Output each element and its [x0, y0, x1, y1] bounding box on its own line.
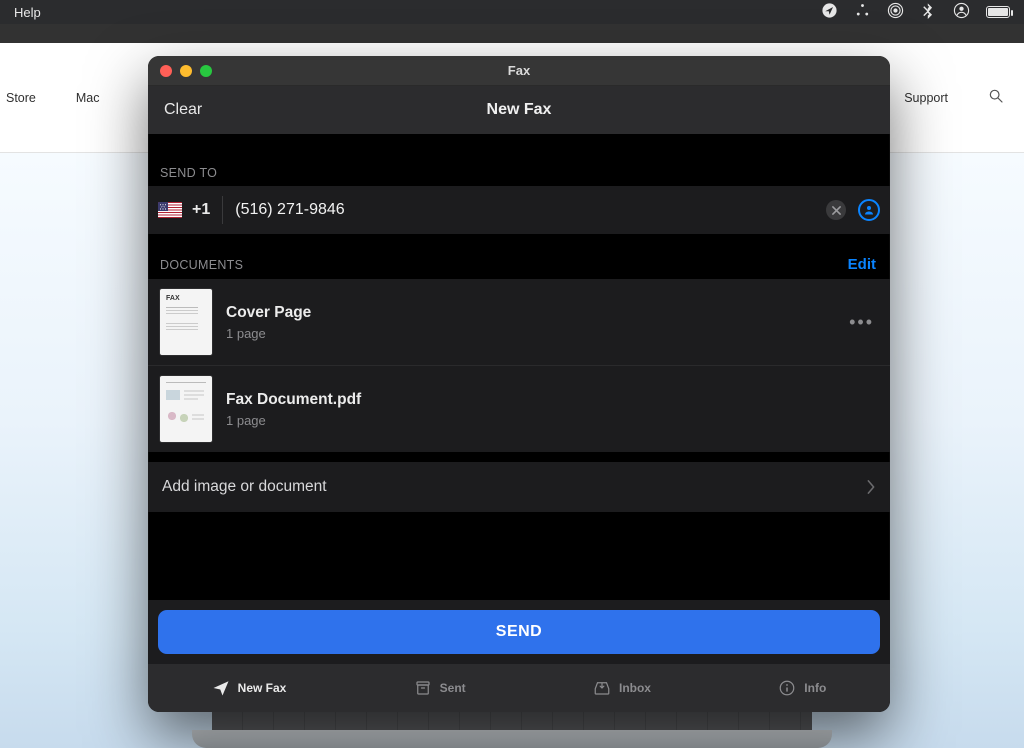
clear-button[interactable]: Clear — [164, 101, 202, 119]
apple-nav-mac[interactable]: Mac — [76, 91, 100, 105]
document-title: Fax Document.pdf — [226, 391, 878, 409]
document-row[interactable]: Fax Document.pdf 1 page — [148, 366, 890, 452]
send-container: SEND — [148, 600, 890, 664]
document-title: Cover Page — [226, 304, 835, 322]
window-controls — [160, 65, 212, 77]
document-more-button[interactable]: ••• — [849, 312, 878, 333]
document-row[interactable]: Cover Page 1 page ••• — [148, 279, 890, 366]
apple-nav-store[interactable]: Store — [6, 91, 36, 105]
inbox-icon — [593, 679, 611, 697]
archive-icon — [414, 679, 432, 697]
location-icon[interactable] — [821, 2, 838, 22]
paper-plane-icon — [212, 679, 230, 697]
tab-label: Info — [804, 681, 826, 695]
clear-phone-button[interactable] — [826, 200, 846, 220]
menubar-help[interactable]: Help — [14, 5, 41, 20]
fax-tabbar: New Fax Sent Inbox Info — [148, 664, 890, 712]
document-thumbnail-icon — [160, 376, 212, 442]
apple-nav-support[interactable]: Support — [904, 91, 948, 105]
document-list: Cover Page 1 page ••• Fax Document.pdf 1… — [148, 279, 890, 452]
add-document-label: Add image or document — [162, 478, 327, 496]
flag-us-icon — [158, 202, 182, 218]
airdrop-icon[interactable] — [887, 2, 904, 22]
edit-documents-button[interactable]: Edit — [848, 256, 876, 273]
document-thumbnail-icon — [160, 289, 212, 355]
choose-contact-button[interactable] — [858, 199, 880, 221]
page-title: New Fax — [148, 101, 890, 119]
info-icon — [778, 679, 796, 697]
apple-top-band — [0, 24, 1024, 43]
fax-window: Fax Clear New Fax SEND TO +1 DOCUMENTS E… — [148, 56, 890, 712]
search-icon[interactable] — [988, 88, 1004, 107]
tab-sent[interactable]: Sent — [414, 679, 466, 697]
tab-label: New Fax — [238, 681, 287, 695]
send-button[interactable]: SEND — [158, 610, 880, 654]
divider — [222, 196, 223, 224]
window-title: Fax — [148, 63, 890, 78]
tab-inbox[interactable]: Inbox — [593, 679, 651, 697]
document-subtitle: 1 page — [226, 413, 878, 428]
bluetooth-icon[interactable] — [920, 2, 937, 22]
country-code: +1 — [192, 201, 210, 219]
titlebar: Fax — [148, 56, 890, 86]
macos-menubar: Help — [0, 0, 1024, 24]
close-window-button[interactable] — [160, 65, 172, 77]
chevron-right-icon — [866, 480, 876, 494]
documents-label: DOCUMENTS — [160, 258, 243, 272]
document-subtitle: 1 page — [226, 326, 835, 341]
zoom-window-button[interactable] — [200, 65, 212, 77]
send-to-label: SEND TO — [148, 166, 890, 186]
user-icon[interactable] — [953, 2, 970, 22]
country-flag-picker[interactable]: +1 — [158, 201, 210, 219]
tab-label: Inbox — [619, 681, 651, 695]
phone-number-input[interactable] — [235, 201, 814, 219]
tab-info[interactable]: Info — [778, 679, 826, 697]
send-to-row: +1 — [148, 186, 890, 234]
battery-icon[interactable] — [986, 6, 1010, 18]
tab-new-fax[interactable]: New Fax — [212, 679, 287, 697]
dots-menu-icon[interactable] — [854, 2, 871, 22]
menubar-status-icons — [821, 2, 1010, 22]
add-document-button[interactable]: Add image or document — [148, 462, 890, 512]
tab-label: Sent — [440, 681, 466, 695]
fax-navbar: Clear New Fax — [148, 86, 890, 134]
minimize-window-button[interactable] — [180, 65, 192, 77]
documents-header: DOCUMENTS Edit — [148, 234, 890, 279]
